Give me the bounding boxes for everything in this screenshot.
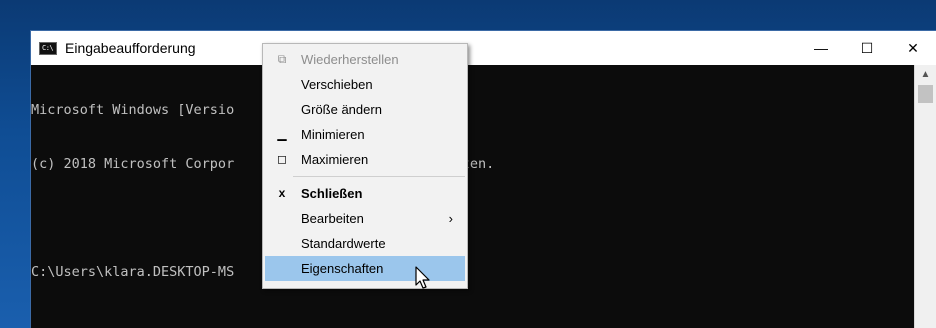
menu-item-maximieren[interactable]: ◻ Maximieren: [263, 147, 467, 172]
scroll-up-arrow-icon[interactable]: ▲: [915, 65, 936, 83]
caption-buttons: — ☐ ✕: [798, 31, 936, 65]
close-icon: x: [278, 186, 286, 200]
menu-item-standardwerte[interactable]: Standardwerte: [263, 231, 467, 256]
menu-item-label: Standardwerte: [301, 236, 386, 251]
restore-icon: ⧉: [277, 52, 287, 66]
menu-item-label: Bearbeiten: [301, 211, 364, 226]
menu-item-schliessen[interactable]: x Schließen: [263, 181, 467, 206]
menu-item-label: Maximieren: [301, 152, 369, 167]
menu-item-wiederherstellen[interactable]: ⧉ Wiederherstellen: [263, 47, 467, 72]
console-output[interactable]: Microsoft Windows [Versio (c) 2018 Micro…: [31, 65, 914, 328]
menu-item-label: Größe ändern: [301, 102, 382, 117]
title-bar[interactable]: C:\ Eingabeaufforderung — ☐ ✕: [31, 31, 936, 65]
menu-item-verschieben[interactable]: Verschieben: [263, 72, 467, 97]
menu-item-label: Minimieren: [301, 127, 365, 142]
scroll-thumb[interactable]: [918, 85, 933, 103]
console-line: C:\Users\klara.DESKTOP-MS: [31, 264, 235, 280]
menu-item-groesse-aendern[interactable]: Größe ändern: [263, 97, 467, 122]
chevron-right-icon: ›: [448, 211, 453, 226]
minimize-icon: ▁: [277, 127, 287, 141]
console-app-icon[interactable]: C:\: [39, 41, 57, 55]
close-button[interactable]: ✕: [890, 31, 936, 65]
menu-separator: [293, 176, 465, 177]
console-line: (c) 2018 Microsoft Corpor behalten.: [31, 156, 494, 172]
minimize-button[interactable]: —: [798, 31, 844, 65]
menu-item-label: Verschieben: [301, 77, 373, 92]
menu-item-bearbeiten[interactable]: Bearbeiten ›: [263, 206, 467, 231]
console-app-icon-text: C:\: [42, 43, 54, 52]
maximize-button[interactable]: ☐: [844, 31, 890, 65]
system-context-menu: ⧉ Wiederherstellen Verschieben Größe änd…: [262, 43, 468, 289]
menu-item-minimieren[interactable]: ▁ Minimieren: [263, 122, 467, 147]
console-line: Microsoft Windows [Versio: [31, 102, 235, 118]
menu-item-label: Schließen: [301, 186, 363, 201]
maximize-icon: ◻: [277, 152, 287, 166]
window-title: Eingabeaufforderung: [65, 40, 196, 56]
vertical-scrollbar[interactable]: ▲: [914, 65, 936, 328]
menu-item-label: Wiederherstellen: [301, 52, 399, 67]
console-window: C:\ Eingabeaufforderung — ☐ ✕ Microsoft …: [30, 30, 936, 328]
menu-item-label: Eigenschaften: [301, 261, 384, 276]
menu-item-eigenschaften[interactable]: Eigenschaften: [265, 256, 465, 281]
mouse-pointer-icon: [415, 266, 430, 289]
